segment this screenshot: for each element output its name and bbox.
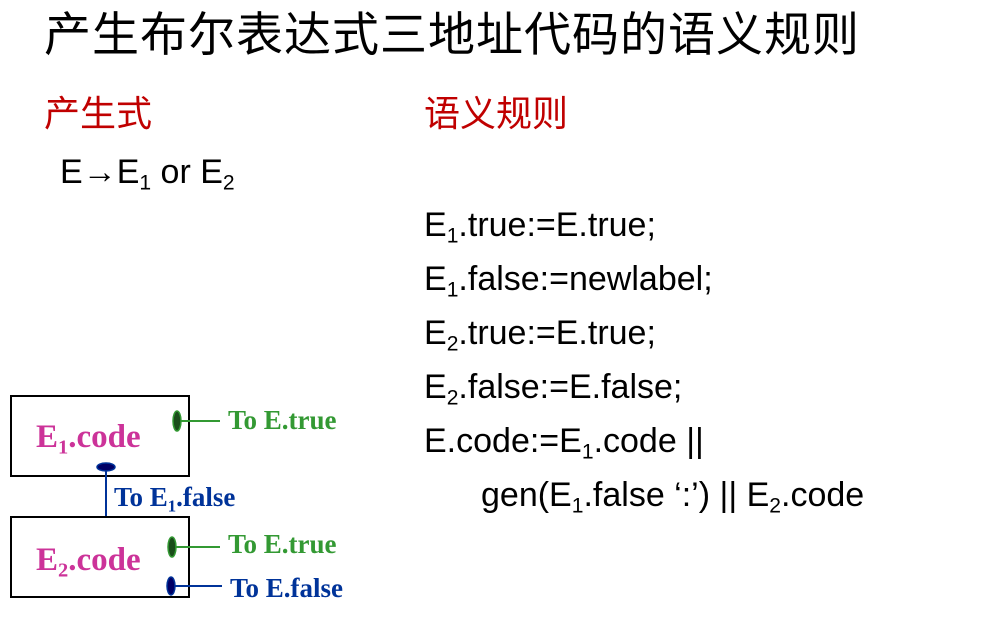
to-e1-false-label: To E1.false [114,481,236,516]
true-jump-dot-1 [172,410,182,432]
to-e1-false-sub: 1 [167,496,177,516]
to-true-label-2: To E.true [228,529,337,559]
to-e1-false-pre: To E [114,482,168,512]
jump-connectors [96,410,222,596]
to-true-label-1: To E.true [228,405,337,435]
false-jump-dot-2 [166,576,176,596]
true-jump-dot-2 [167,536,177,558]
false-jump-dot-1 [96,462,116,472]
to-false-label-2: To E.false [230,573,344,603]
to-e1-false-post: .false [176,482,236,512]
